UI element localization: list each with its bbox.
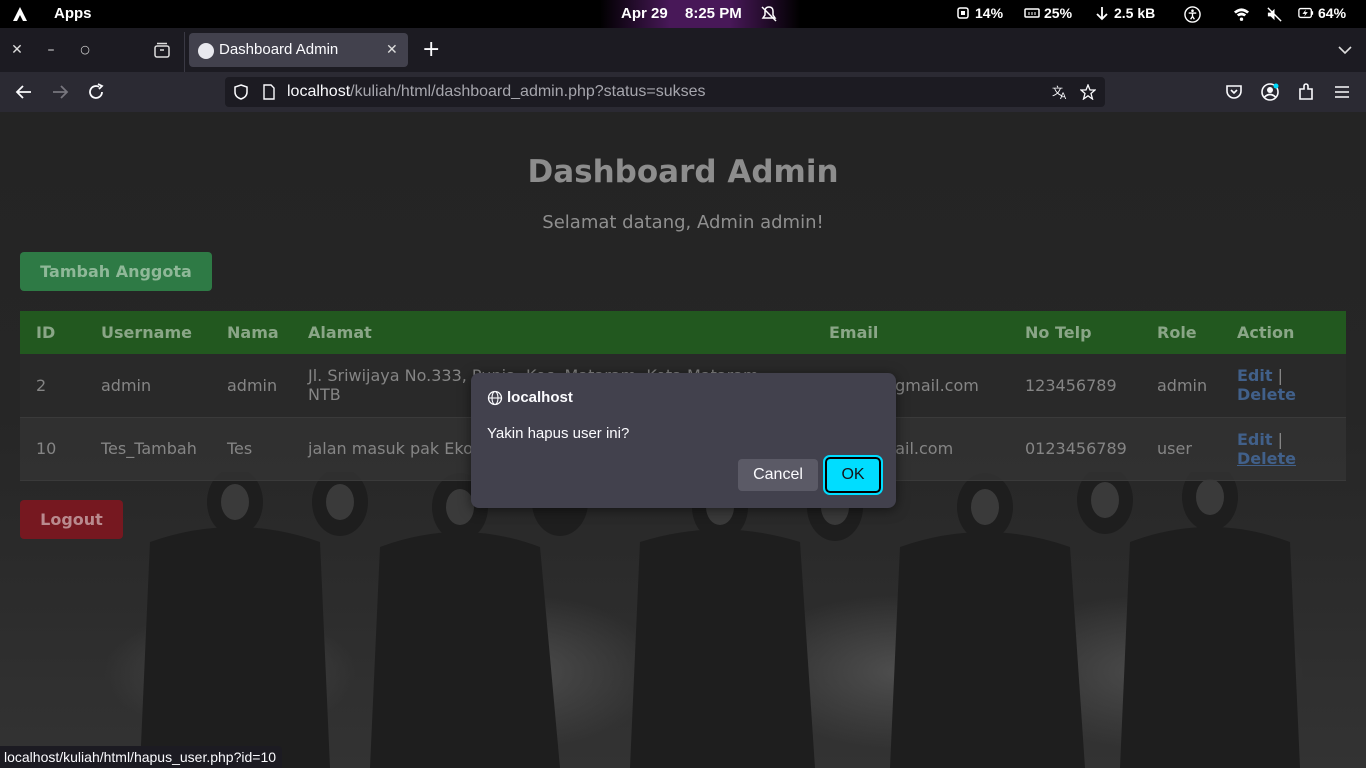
list-all-tabs-chevron-icon[interactable] — [1336, 42, 1354, 58]
network-value: 2.5 kB — [1114, 5, 1156, 21]
date-label[interactable]: Apr 29 — [621, 5, 668, 22]
distro-logo-icon[interactable] — [12, 6, 28, 22]
group-photo-background — [140, 472, 1300, 768]
svg-text:A: A — [1060, 92, 1067, 100]
back-arrow-icon[interactable] — [14, 82, 34, 102]
wifi-icon[interactable] — [1233, 6, 1250, 23]
url-path: /kuliah/html/dashboard_admin.php?status=… — [350, 83, 706, 100]
delete-link[interactable]: Delete — [1237, 385, 1296, 404]
welcome-text: Selamat datang, Admin admin! — [542, 212, 824, 233]
table-header-row: ID Username Nama Alamat Email No Telp Ro… — [20, 311, 1346, 354]
col-header-username: Username — [85, 311, 211, 354]
accessibility-icon[interactable] — [1184, 6, 1201, 23]
memory-value: 25% — [1044, 5, 1073, 21]
battery-indicator[interactable]: 64% — [1298, 5, 1346, 21]
forward-arrow-icon[interactable] — [50, 82, 70, 102]
cancel-button[interactable]: Cancel — [738, 459, 818, 491]
hamburger-menu-icon[interactable] — [1332, 82, 1352, 102]
notifications-muted-icon[interactable] — [760, 5, 778, 23]
page-title: Dashboard Admin — [527, 154, 839, 190]
url-host: localhost — [287, 83, 351, 100]
cell-action: Edit | Delete — [1221, 417, 1346, 481]
memory-indicator[interactable]: 25% — [1024, 5, 1072, 21]
col-header-alamat: Alamat — [292, 311, 813, 354]
cell-role: admin — [1141, 354, 1221, 418]
tab-title: Dashboard Admin — [219, 41, 339, 58]
window-maximize-icon[interactable]: ○ — [76, 41, 94, 59]
cpu-value: 14% — [975, 5, 1004, 21]
confirm-dialog: localhost Yakin hapus user ini? Cancel O… — [471, 373, 896, 508]
translate-icon[interactable]: 文A — [1052, 84, 1068, 100]
extensions-icon[interactable] — [1296, 82, 1316, 102]
cell-nama: Tes — [211, 417, 292, 481]
cell-telp: 123456789 — [1009, 354, 1141, 418]
ok-button[interactable]: OK — [823, 455, 883, 495]
col-header-action: Action — [1221, 311, 1346, 354]
cell-role: user — [1141, 417, 1221, 481]
cell-id: 10 — [20, 417, 85, 481]
action-separator: | — [1277, 366, 1283, 386]
pocket-icon[interactable] — [1224, 82, 1244, 102]
address-bar[interactable]: localhost/kuliah/html/dashboard_admin.ph… — [225, 77, 1105, 107]
apps-menu[interactable]: Apps — [54, 5, 92, 22]
delete-link[interactable]: Delete — [1237, 449, 1296, 468]
window-close-icon[interactable]: ✕ — [8, 41, 26, 59]
col-header-nama: Nama — [211, 311, 292, 354]
tab-close-icon[interactable]: ✕ — [386, 41, 398, 58]
col-header-id: ID — [20, 311, 85, 354]
edit-link[interactable]: Edit — [1237, 430, 1273, 449]
link-status-bar: localhost/kuliah/html/hapus_user.php?id=… — [0, 746, 283, 768]
battery-value: 64% — [1318, 5, 1347, 21]
col-header-role: Role — [1141, 311, 1221, 354]
battery-charging-icon — [1298, 7, 1314, 19]
dialog-message: Yakin hapus user ini? — [487, 425, 630, 442]
tracking-protection-shield-icon[interactable] — [233, 84, 249, 100]
page-info-icon[interactable] — [261, 84, 277, 100]
cell-nama: admin — [211, 354, 292, 418]
tab-separator — [184, 32, 185, 72]
add-member-button[interactable]: Tambah Anggota — [20, 252, 212, 291]
cell-username: admin — [85, 354, 211, 418]
cell-username: Tes_Tambah — [85, 417, 211, 481]
url-text[interactable]: localhost/kuliah/html/dashboard_admin.ph… — [287, 83, 705, 101]
time-label[interactable]: 8:25 PM — [685, 5, 742, 22]
bookmark-star-icon[interactable] — [1080, 84, 1096, 100]
dialog-title: localhost — [507, 389, 573, 406]
os-top-bar: Apps Apr 29 8:25 PM 14% 25% 2.5 kB 64% — [0, 0, 1366, 28]
window-minimize-icon[interactable]: – — [42, 41, 60, 59]
new-tab-plus-icon[interactable]: + — [422, 38, 440, 62]
network-indicator[interactable]: 2.5 kB — [1094, 5, 1155, 21]
cell-id: 2 — [20, 354, 85, 418]
cell-action: Edit | Delete — [1221, 354, 1346, 418]
col-header-telp: No Telp — [1009, 311, 1141, 354]
volume-muted-icon[interactable] — [1266, 6, 1283, 23]
cpu-icon — [957, 7, 969, 19]
col-header-email: Email — [813, 311, 1009, 354]
tab-dashboard-admin[interactable]: Dashboard Admin ✕ — [189, 33, 408, 67]
action-separator: | — [1277, 429, 1283, 449]
cpu-indicator[interactable]: 14% — [955, 5, 1003, 21]
download-arrow-icon — [1096, 7, 1108, 21]
edit-link[interactable]: Edit — [1237, 366, 1273, 385]
tab-favicon-icon — [198, 43, 214, 59]
tab-groups-icon[interactable] — [153, 42, 171, 58]
logout-button[interactable]: Logout — [20, 500, 123, 539]
account-icon[interactable] — [1260, 82, 1280, 102]
reload-icon[interactable] — [86, 82, 106, 102]
cell-telp: 0123456789 — [1009, 417, 1141, 481]
globe-icon — [487, 390, 503, 406]
memory-icon — [1024, 8, 1040, 18]
